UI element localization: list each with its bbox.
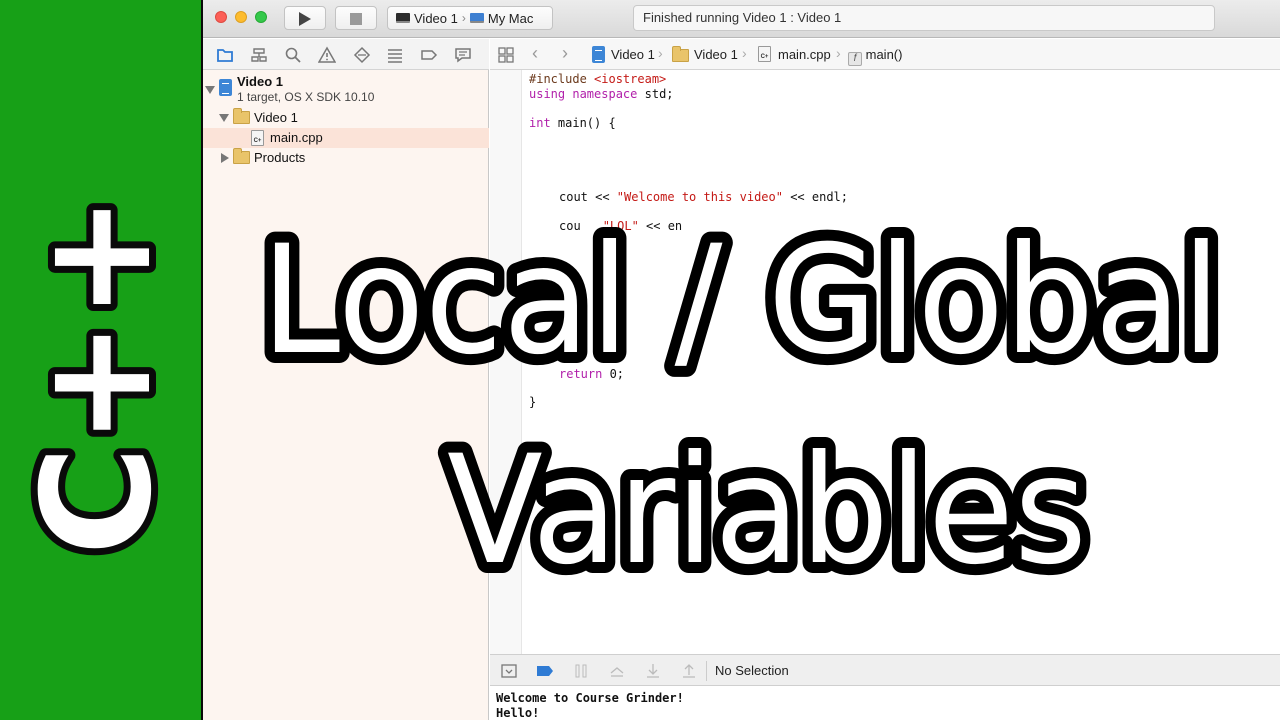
crumb-function[interactable]: f main() [848, 47, 902, 66]
test-diamond-icon[interactable] [353, 46, 371, 64]
jump-bar: ‹ › Video 1 › Video 1 › C+ main.cpp › f … [490, 39, 1280, 70]
folder-icon[interactable] [216, 46, 234, 64]
chevron-right-icon: › [836, 45, 841, 61]
navigator-tab-bar [203, 39, 489, 70]
zoom-window-button[interactable] [255, 11, 267, 23]
chevron-right-icon: › [658, 45, 663, 61]
cpp-file-icon: C+ [251, 130, 264, 146]
run-button[interactable] [284, 6, 326, 30]
disclosure-open-icon[interactable] [205, 86, 215, 94]
activity-viewer: Finished running Video 1 : Video 1 [633, 5, 1215, 31]
code-line-cout-welcome: cout << "Welcome to this video" << endl; [559, 190, 848, 204]
crumb-group[interactable]: Video 1 [694, 47, 738, 62]
disclosure-open-icon[interactable] [219, 114, 229, 122]
hide-debug-area-icon[interactable] [501, 663, 517, 679]
step-over-icon[interactable] [609, 663, 625, 679]
report-icon[interactable] [454, 46, 472, 64]
step-out-icon[interactable] [681, 663, 697, 679]
disclosure-closed-icon[interactable] [221, 153, 229, 163]
crumb-function-label: main() [865, 47, 903, 62]
scheme-selector[interactable]: Video 1 › My Mac [387, 6, 553, 30]
pause-icon[interactable] [573, 663, 589, 679]
stop-button[interactable] [335, 6, 377, 30]
play-icon [299, 12, 311, 26]
group-row-products[interactable]: Products [203, 148, 489, 168]
code-line-include: #include <iostream> [529, 72, 667, 86]
minimize-window-button[interactable] [235, 11, 247, 23]
related-items-icon[interactable] [498, 47, 514, 63]
debug-status: No Selection [715, 663, 789, 678]
group-name: Video 1 [254, 110, 298, 125]
stop-icon [350, 13, 362, 25]
step-into-icon[interactable] [645, 663, 661, 679]
cpp-file-icon: C+ [758, 46, 771, 62]
project-name: Video 1 [237, 74, 284, 89]
scheme-target: Video 1 [414, 10, 458, 26]
chevron-right-icon: › [742, 45, 747, 61]
project-icon [219, 79, 232, 96]
console-line: Hello! [496, 706, 540, 720]
debug-list-icon[interactable] [386, 46, 404, 64]
debug-bar: No Selection [490, 654, 1280, 686]
terminal-icon [396, 13, 410, 23]
console-output[interactable]: Welcome to Course Grinder! Hello! [490, 686, 1280, 720]
line-gutter[interactable] [490, 70, 522, 654]
folder-icon [233, 148, 250, 164]
forward-button[interactable]: › [562, 43, 568, 64]
project-row[interactable]: Video 1 1 target, OS X SDK 10.10 [203, 74, 489, 108]
console-line: Welcome to Course Grinder! [496, 691, 684, 705]
breakpoints-toggle-icon[interactable] [536, 663, 554, 679]
file-name: main.cpp [270, 130, 323, 145]
folder-icon [672, 46, 689, 62]
course-banner: C++ [0, 0, 203, 720]
file-row-main-cpp[interactable]: C+ main.cpp [203, 128, 489, 148]
warning-icon[interactable] [318, 46, 336, 64]
divider [706, 661, 707, 681]
scheme-device: My Mac [487, 10, 534, 26]
activity-status: Finished running Video 1 : Video 1 [643, 10, 842, 25]
code-line-main: int main() { [529, 116, 616, 130]
project-navigator: Video 1 1 target, OS X SDK 10.10 Video 1… [203, 70, 489, 720]
source-editor[interactable]: #include <iostream> using namespace std;… [490, 70, 1280, 654]
chevron-right-icon: › [461, 11, 466, 25]
hierarchy-icon[interactable] [250, 46, 268, 64]
code-line-return: return 0; [559, 367, 625, 381]
code-line-cout-lol: cou "LOL" << en [559, 219, 683, 233]
cpp-logo: C++ [4, 187, 192, 562]
search-icon[interactable] [284, 46, 302, 64]
mac-icon [469, 13, 484, 23]
breakpoint-icon[interactable] [420, 46, 438, 64]
crumb-project[interactable]: Video 1 [611, 47, 655, 62]
folder-icon [233, 108, 250, 124]
group-row-video1[interactable]: Video 1 [203, 108, 489, 128]
crumb-file[interactable]: main.cpp [778, 47, 831, 62]
banner-text: C++ [11, 194, 185, 555]
project-icon [592, 46, 605, 63]
code-line-close-brace: } [529, 395, 537, 409]
toolbar: Video 1 › My Mac Finished running Video … [203, 0, 1280, 38]
back-button[interactable]: ‹ [532, 43, 538, 64]
project-subtitle: 1 target, OS X SDK 10.10 [237, 90, 375, 104]
code-line-using: using namespace std; [529, 87, 674, 101]
close-window-button[interactable] [215, 11, 227, 23]
products-name: Products [254, 150, 306, 165]
function-icon: f [848, 52, 862, 66]
